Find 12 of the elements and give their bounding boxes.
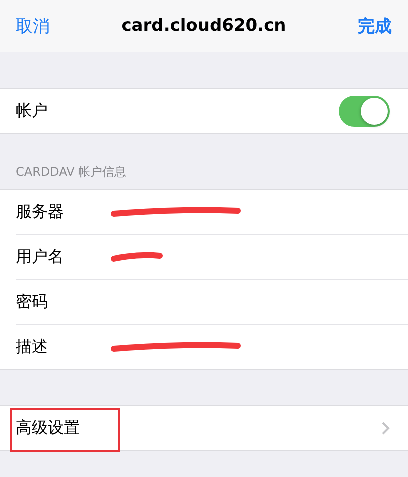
- field-label: 密码: [16, 292, 49, 312]
- done-button[interactable]: 完成: [358, 14, 392, 38]
- field-label: 描述: [16, 336, 49, 358]
- chevron-icon: [382, 422, 390, 434]
- nav-title: card.cloud620.cn: [122, 16, 286, 36]
- cancel-button[interactable]: 取消: [16, 14, 50, 38]
- advanced-settings-item[interactable]: 高级设置: [16, 418, 80, 438]
- field-label: 用户名: [16, 246, 65, 268]
- field-label: 服务器: [16, 202, 65, 222]
- row-label: 帐户: [16, 100, 48, 122]
- section-header: CARDDAV 帐户信息: [16, 164, 127, 181]
- account-toggle[interactable]: [339, 96, 390, 126]
